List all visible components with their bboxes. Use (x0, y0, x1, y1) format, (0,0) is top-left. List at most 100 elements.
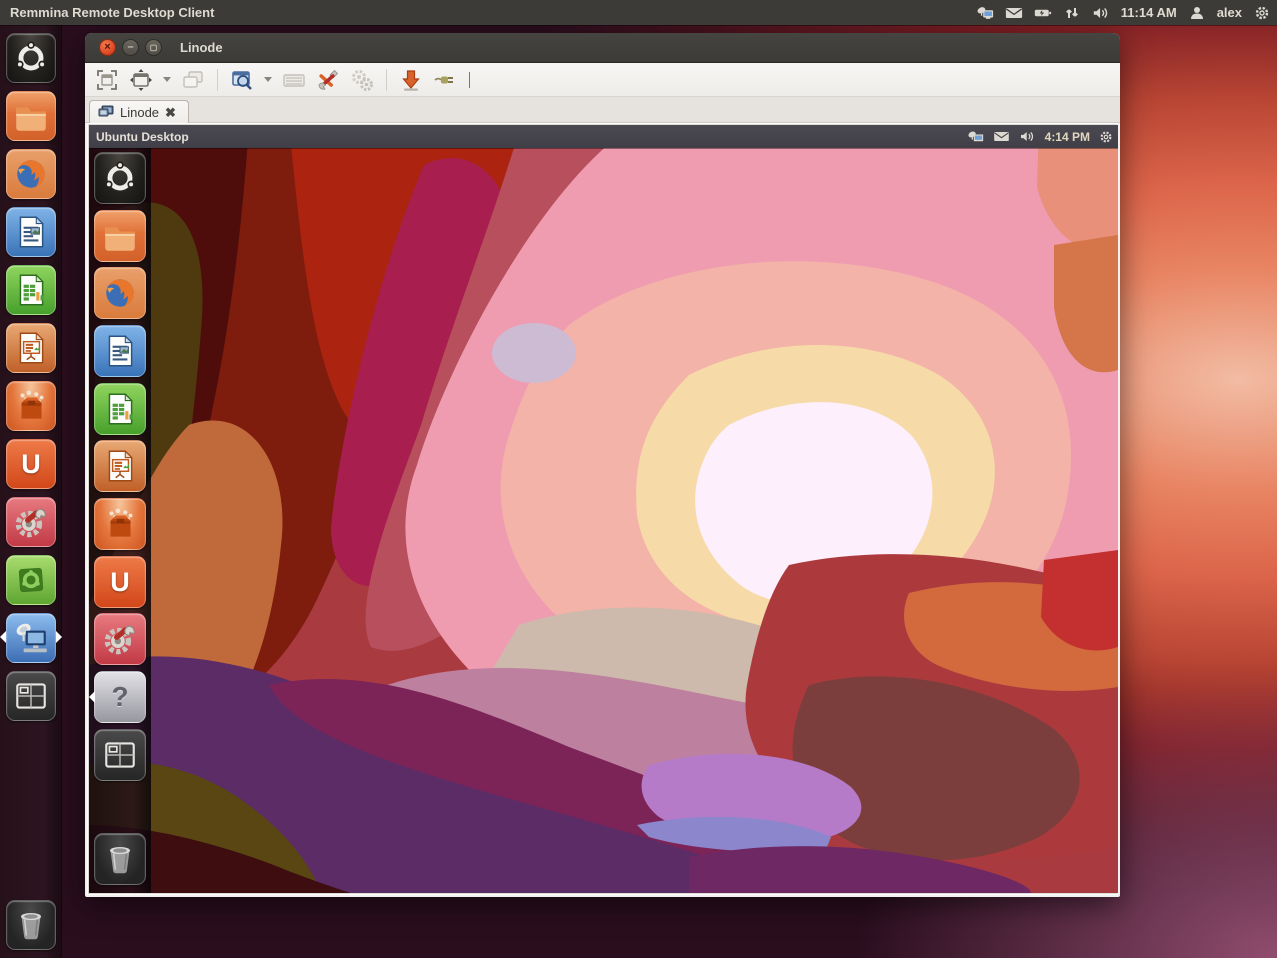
scaled-mode-magnifier-icon (230, 68, 254, 92)
window-titlebar[interactable]: × – ▢ Linode (85, 33, 1120, 63)
toolbar-text-cursor (469, 72, 470, 88)
firefox-icon (12, 155, 50, 193)
ubuntu-logo-icon (12, 39, 50, 77)
fit-window-icon (129, 68, 153, 92)
toggle-fullscreen-button[interactable] (93, 66, 121, 94)
window-title: Linode (180, 40, 223, 55)
remmina-focused-indicator-arrow (56, 631, 62, 643)
launcher-item-ubuntu-one[interactable]: U (6, 439, 56, 489)
remote-top-panel[interactable]: Ubuntu Desktop 4:14 PM (89, 125, 1118, 148)
remote-launcher-item-firefox[interactable] (94, 267, 146, 319)
launcher-item-workspace-switcher[interactable] (6, 671, 56, 721)
remote-desktop-title: Ubuntu Desktop (89, 130, 189, 144)
impress-presentation-icon (12, 329, 50, 367)
screen: Remmina Remote Desktop Client 11:14 AM a… (0, 0, 1277, 958)
launcher-item-ubuntu-software-center[interactable] (6, 381, 56, 431)
remote-wallpaper (89, 125, 1118, 893)
ubuntu-logo-icon (101, 159, 139, 197)
minimize-to-tray-button[interactable] (397, 66, 425, 94)
remote-session-gear-icon[interactable] (1099, 130, 1113, 144)
remote-volume-indicator-icon[interactable] (1019, 130, 1036, 143)
remote-launcher-item-trash[interactable] (94, 833, 146, 885)
trash-bin-icon (12, 906, 50, 944)
tab-label: Linode (120, 105, 159, 120)
remmina-dish-monitor-icon (12, 619, 50, 657)
launcher-item-software-updater[interactable] (6, 555, 56, 605)
updater-icon (12, 561, 50, 599)
window-minimize-button[interactable]: – (122, 39, 139, 56)
remote-launcher-item-libreoffice-calc[interactable] (94, 383, 146, 435)
remote-clock[interactable]: 4:14 PM (1045, 130, 1090, 144)
launcher-item-trash[interactable] (6, 900, 56, 950)
disconnect-button[interactable] (431, 66, 459, 94)
wrench-screwdriver-icon (316, 68, 340, 92)
folder-icon (12, 97, 50, 135)
software-center-bag-icon (12, 387, 50, 425)
writer-document-icon (101, 332, 139, 370)
gear-wrench-icon (12, 503, 50, 541)
remote-launcher-item-dash-home[interactable] (94, 152, 146, 204)
launcher-item-firefox[interactable] (6, 149, 56, 199)
remote-unity-launcher: U ? (89, 148, 151, 893)
scaled-mode-dropdown-caret[interactable] (264, 77, 272, 82)
remote-launcher-item-ubuntu-software-center[interactable] (94, 498, 146, 550)
mail-indicator-icon[interactable] (1005, 5, 1023, 21)
remote-desktop-content[interactable]: Ubuntu Desktop 4:14 PM (89, 125, 1118, 893)
launcher-item-dash-home[interactable] (6, 33, 56, 83)
window-close-button[interactable]: × (99, 39, 116, 56)
orange-down-arrow-icon (399, 68, 423, 92)
remote-launcher-item-ubuntu-one[interactable]: U (94, 556, 146, 608)
grab-keyboard-button[interactable] (280, 66, 308, 94)
software-center-bag-icon (101, 505, 139, 543)
firefox-icon (101, 274, 139, 312)
duplicate-connection-button[interactable] (179, 66, 207, 94)
remote-launcher-item-libreoffice-impress[interactable] (94, 440, 146, 492)
battery-indicator-icon[interactable] (1034, 5, 1052, 21)
launcher-item-remmina[interactable] (6, 613, 56, 663)
remmina-running-indicator-arrow (0, 631, 6, 643)
fullscreen-icon (95, 68, 119, 92)
launcher-item-files[interactable] (6, 91, 56, 141)
fit-window-dropdown-caret[interactable] (163, 77, 171, 82)
toolbar-separator (386, 69, 387, 91)
remote-launcher-item-unknown-window[interactable]: ? (94, 671, 146, 723)
launcher-item-libreoffice-impress[interactable] (6, 323, 56, 373)
workspace-grid-icon (12, 677, 50, 715)
host-username[interactable]: alex (1217, 5, 1242, 20)
tab-close-icon[interactable]: ✖ (165, 106, 176, 119)
gear-wrench-icon (101, 620, 139, 658)
remote-mail-indicator-icon[interactable] (993, 130, 1010, 143)
impress-presentation-icon (101, 447, 139, 485)
active-app-title: Remmina Remote Desktop Client (0, 5, 214, 20)
remote-launcher-item-workspace-switcher[interactable] (94, 729, 146, 781)
ubuntu-one-letter: U (110, 567, 130, 598)
user-icon[interactable] (1188, 5, 1206, 21)
remote-launcher-item-files[interactable] (94, 210, 146, 262)
window-maximize-button[interactable]: ▢ (145, 39, 162, 56)
host-clock[interactable]: 11:14 AM (1121, 5, 1177, 20)
duplicate-windows-icon (181, 68, 205, 92)
network-indicator-icon[interactable] (1063, 5, 1081, 21)
tools-button[interactable] (314, 66, 342, 94)
launcher-item-libreoffice-writer[interactable] (6, 207, 56, 257)
workspace-grid-icon (101, 736, 139, 774)
connection-toolbar (85, 63, 1120, 97)
remote-rdp-indicator-icon[interactable] (967, 130, 984, 144)
settings-gears-button[interactable] (348, 66, 376, 94)
folder-icon (101, 217, 139, 255)
launcher-item-libreoffice-calc[interactable] (6, 265, 56, 315)
host-unity-launcher: U (0, 25, 62, 958)
connection-tabbar: Linode ✖ (85, 97, 1120, 123)
toggle-scaled-mode-button[interactable] (228, 66, 256, 94)
fit-window-button[interactable] (127, 66, 155, 94)
unknown-window-running-indicator-arrow (89, 691, 95, 703)
remote-launcher-item-system-settings[interactable] (94, 613, 146, 665)
volume-indicator-icon[interactable] (1092, 5, 1110, 21)
writer-document-icon (12, 213, 50, 251)
launcher-item-system-settings[interactable] (6, 497, 56, 547)
tab-linode[interactable]: Linode ✖ (89, 100, 189, 123)
remote-launcher-item-libreoffice-writer[interactable] (94, 325, 146, 377)
session-gear-icon[interactable] (1253, 5, 1271, 21)
remote-desktop-view[interactable]: Ubuntu Desktop 4:14 PM (87, 123, 1118, 895)
remote-desktop-indicator-icon[interactable] (976, 5, 994, 21)
